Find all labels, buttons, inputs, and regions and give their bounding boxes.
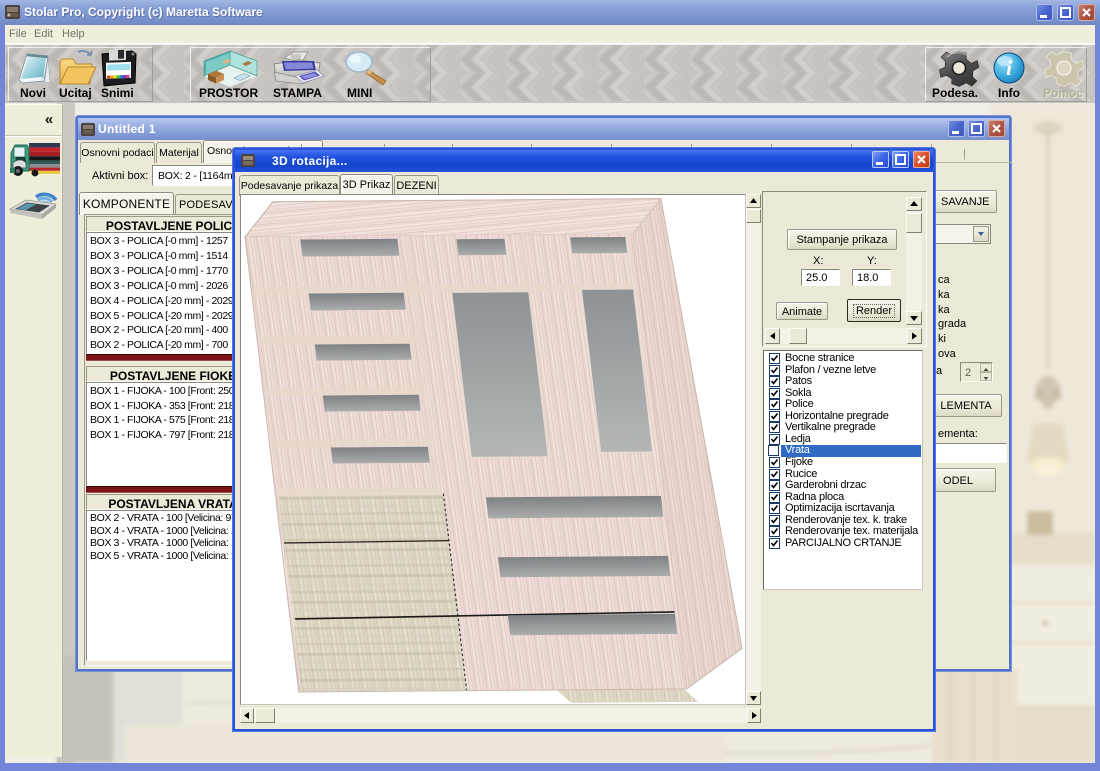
svg-text:i: i bbox=[1006, 56, 1012, 80]
